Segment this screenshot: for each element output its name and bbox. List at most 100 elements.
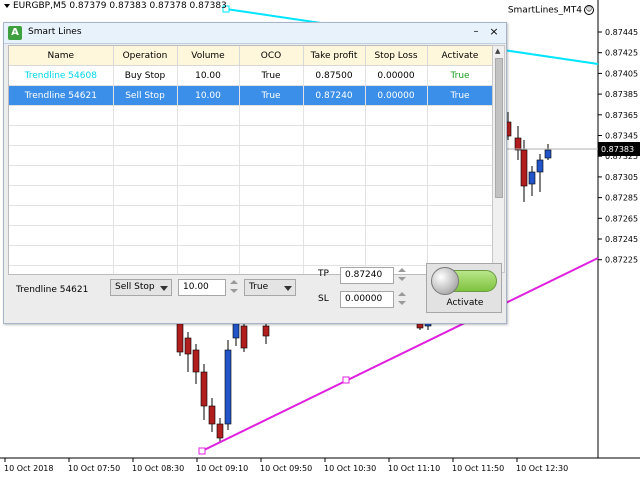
tp-label: TP	[318, 269, 329, 279]
cell-volume: 10.00	[177, 65, 240, 86]
table-row-empty	[9, 125, 493, 146]
cell-activate: True	[427, 85, 493, 106]
cell-name: Trendline 54608	[9, 65, 114, 86]
col-header-activate[interactable]: Activate	[427, 46, 493, 66]
price-tick-label: 0.87385	[605, 90, 638, 99]
table-row[interactable]: Trendline 54608 Buy Stop 10.00 True 0.87…	[9, 65, 493, 86]
spin-up-icon[interactable]	[398, 292, 406, 296]
sl-spinner[interactable]	[396, 291, 408, 308]
panel-title: Smart Lines	[28, 27, 82, 37]
cell-oco: True	[239, 65, 304, 86]
oco-select[interactable]: True	[244, 279, 296, 296]
col-header-operation[interactable]: Operation	[113, 46, 178, 66]
tp-input-value: 0.87240	[345, 270, 383, 280]
candle-body	[232, 321, 240, 339]
col-header-take-profit[interactable]: Take profit	[303, 46, 366, 66]
price-tick-label: 0.87365	[605, 111, 638, 120]
operation-select-value: Sell Stop	[115, 282, 155, 292]
time-axis-labels: 10 Oct 2018 10 Oct 07:50 10 Oct 08:30 10 Oc…	[4, 464, 568, 473]
table-scrollbar[interactable]: ▲ ▼	[492, 45, 505, 273]
chevron-down-icon	[284, 286, 292, 291]
volume-input-value: 10.00	[183, 282, 209, 292]
cell-stop-loss: 0.00000	[365, 85, 428, 106]
sl-input[interactable]: 0.00000	[340, 291, 394, 308]
symbol-info: EURGBP,M5 0.87379 0.87383 0.87378 0.8738…	[4, 1, 227, 11]
sl-label: SL	[318, 294, 329, 304]
price-tick-label: 0.87425	[605, 49, 638, 58]
smiley-icon: ☺	[584, 5, 594, 15]
candle-body	[216, 423, 224, 439]
trendline-54621-anchor-mid[interactable]	[342, 376, 350, 384]
cell-take-profit: 0.87500	[303, 65, 366, 86]
time-tick-label: 10 Oct 12:30	[516, 464, 568, 473]
toggle-knob-icon[interactable]	[431, 267, 459, 295]
ea-label: SmartLines_MT4 ☺	[508, 5, 594, 16]
scrollbar-thumb[interactable]	[495, 58, 503, 198]
minimize-button[interactable]: –	[470, 25, 482, 39]
candle-body	[200, 371, 208, 407]
candle-body	[514, 137, 522, 151]
col-header-name[interactable]: Name	[9, 46, 114, 66]
oco-select-value: True	[249, 282, 269, 292]
spin-up-icon[interactable]	[230, 280, 238, 284]
cell-name: Trendline 54621	[9, 85, 114, 106]
price-tick-label: 0.87285	[605, 194, 638, 203]
cell-activate: True	[427, 65, 493, 86]
price-tick-label: 0.87445	[605, 28, 638, 37]
volume-input[interactable]: 10.00	[178, 279, 226, 296]
activate-button[interactable]: Activate	[426, 263, 502, 313]
activate-button-label: Activate	[446, 298, 484, 308]
table-row-empty	[9, 165, 493, 186]
candle-body	[224, 349, 232, 425]
operation-select[interactable]: Sell Stop	[110, 279, 172, 296]
table-row-empty	[9, 185, 493, 206]
candle-body	[208, 405, 216, 425]
app-icon: A	[8, 26, 22, 40]
candle-body	[262, 325, 270, 337]
candle-body	[240, 325, 248, 349]
time-tick-label: 10 Oct 07:50	[68, 464, 120, 473]
time-tick-label: 10 Oct 11:50	[452, 464, 504, 473]
time-tick-label: 10 Oct 08:30	[132, 464, 184, 473]
scroll-up-icon[interactable]: ▲	[495, 48, 500, 55]
spin-down-icon[interactable]	[398, 277, 406, 281]
sl-input-value: 0.00000	[345, 294, 383, 304]
cell-operation: Sell Stop	[113, 85, 178, 106]
candle-body	[176, 321, 184, 353]
time-tick-label: 10 Oct 09:10	[196, 464, 248, 473]
current-price-label: 0.87383	[601, 145, 634, 154]
time-tick-label: 10 Oct 10:30	[324, 464, 376, 473]
editor-trendline-name: Trendline 54621	[16, 285, 89, 295]
cell-volume: 10.00	[177, 85, 240, 106]
time-tick-label: 10 Oct 2018	[4, 464, 53, 473]
cell-operation: Buy Stop	[113, 65, 178, 86]
price-tick-label: 0.87265	[605, 214, 638, 223]
tp-input[interactable]: 0.87240	[340, 267, 394, 284]
candle-body	[528, 171, 536, 185]
col-header-stop-loss[interactable]: Stop Loss	[365, 46, 428, 66]
table-row-empty	[9, 105, 493, 126]
symbol-info-text: EURGBP,M5 0.87379 0.87383 0.87378 0.8738…	[13, 1, 227, 11]
candle-body	[192, 349, 200, 373]
candle-body	[184, 337, 192, 355]
col-header-oco[interactable]: OCO	[239, 46, 304, 66]
ea-name: SmartLines_MT4	[507, 5, 582, 16]
spin-down-icon[interactable]	[398, 301, 406, 305]
tp-spinner[interactable]	[396, 267, 408, 284]
candle-body	[544, 149, 552, 159]
price-tick-label: 0.87225	[605, 256, 638, 265]
spin-down-icon[interactable]	[230, 289, 238, 293]
dropdown-triangle-icon	[4, 3, 10, 8]
cell-take-profit: 0.87240	[303, 85, 366, 106]
col-header-volume[interactable]: Volume	[177, 46, 240, 66]
smart-lines-panel: A Smart Lines – × Name Operation Volume …	[3, 22, 507, 324]
trendline-54621-anchor-start[interactable]	[198, 447, 206, 455]
table-row-empty	[9, 145, 493, 166]
close-button[interactable]: ×	[488, 25, 500, 39]
volume-spinner[interactable]	[228, 279, 240, 296]
panel-title-bar[interactable]: A Smart Lines – ×	[4, 23, 506, 44]
cell-stop-loss: 0.00000	[365, 65, 428, 86]
candle-body	[520, 149, 528, 187]
spin-up-icon[interactable]	[398, 268, 406, 272]
table-row-selected[interactable]: Trendline 54621 Sell Stop 10.00 True 0.8…	[9, 85, 493, 106]
